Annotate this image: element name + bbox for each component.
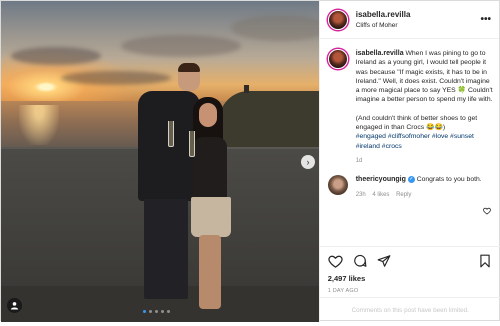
champagne-glass — [189, 131, 195, 157]
comment-meta: 23h 4 likes Reply — [356, 191, 482, 200]
woman-face — [199, 103, 217, 127]
post-header: isabella.revilla Cliffs of Moher ••• — [319, 1, 499, 39]
comment-username[interactable]: theericyoungig — [356, 176, 406, 183]
more-options-icon[interactable]: ••• — [480, 14, 491, 25]
header-username[interactable]: isabella.revilla — [356, 9, 481, 20]
heart-icon[interactable] — [328, 253, 344, 269]
carousel-dot — [149, 310, 152, 313]
carousel-dot — [167, 310, 170, 313]
post-sidebar: isabella.revilla Cliffs of Moher ••• isa… — [318, 1, 500, 322]
tower — [244, 85, 249, 93]
header-text: isabella.revilla Cliffs of Moher — [356, 9, 481, 31]
likes-count[interactable]: 2,497 likes — [328, 274, 493, 283]
caption-avatar[interactable] — [327, 49, 348, 69]
comment-body: theericyoungig ✓ Congrats to you both. 2… — [356, 175, 482, 200]
comment-likes[interactable]: 4 likes — [372, 192, 389, 198]
action-icons — [328, 253, 493, 269]
post-photo[interactable]: › — [1, 1, 319, 322]
avatar[interactable] — [327, 9, 348, 30]
woman-top — [193, 137, 227, 203]
comment-like-heart-icon[interactable] — [483, 207, 491, 217]
man-legs — [144, 199, 188, 299]
chevron-right-icon: › — [306, 157, 310, 167]
instagram-post: › isabella.revilla Cliffs of Moher ••• i… — [0, 0, 500, 322]
woman-legs — [199, 235, 221, 309]
bookmark-icon[interactable] — [477, 253, 493, 269]
man-hair — [178, 63, 200, 72]
caption-age: 1d — [355, 157, 363, 164]
person-man — [138, 63, 200, 303]
comment-avatar[interactable] — [327, 175, 348, 196]
carousel-dot — [155, 310, 158, 313]
sea-glint — [19, 105, 59, 145]
cloud — [231, 15, 319, 41]
comments-section: isabella.revilla When I was pining to go… — [320, 41, 500, 241]
comment-text: Congrats to you both. — [416, 176, 482, 184]
caption-text-2: (And couldn't think of better shoes to g… — [355, 114, 478, 132]
header-location[interactable]: Cliffs of Moher — [356, 20, 481, 31]
comment-item: theericyoungig ✓ Congrats to you both. 2… — [327, 175, 493, 200]
champagne-glass — [168, 121, 174, 147]
carousel-next-button[interactable]: › — [301, 155, 315, 169]
user-tag-icon — [10, 302, 19, 310]
carousel-dots — [143, 310, 170, 313]
woman-skirt — [191, 197, 231, 237]
verified-badge-icon: ✓ — [407, 175, 415, 183]
cloud — [11, 47, 101, 65]
comment-icon[interactable] — [352, 253, 368, 269]
share-icon[interactable] — [376, 253, 392, 269]
tagged-users-button[interactable] — [7, 298, 22, 313]
cloud — [121, 35, 241, 57]
comment-reply[interactable]: Reply — [396, 192, 411, 198]
caption-body: isabella.revilla When I was pining to go… — [356, 49, 493, 166]
caption-username[interactable]: isabella.revilla — [356, 50, 404, 57]
post-date: 1 DAY AGO — [327, 288, 359, 294]
comment-age: 23h — [355, 191, 366, 198]
caption-hashtags[interactable]: #engaged #cliffsofmoher #love #sunset #i… — [356, 132, 493, 151]
caption-text: When I was pining to go to Ireland as a … — [355, 50, 493, 104]
comments-limited-notice: Comments on this post have been limited. — [319, 297, 500, 322]
carousel-dot — [161, 310, 164, 313]
person-woman — [189, 97, 245, 317]
carousel-dot — [143, 310, 146, 313]
caption: isabella.revilla When I was pining to go… — [327, 49, 493, 166]
